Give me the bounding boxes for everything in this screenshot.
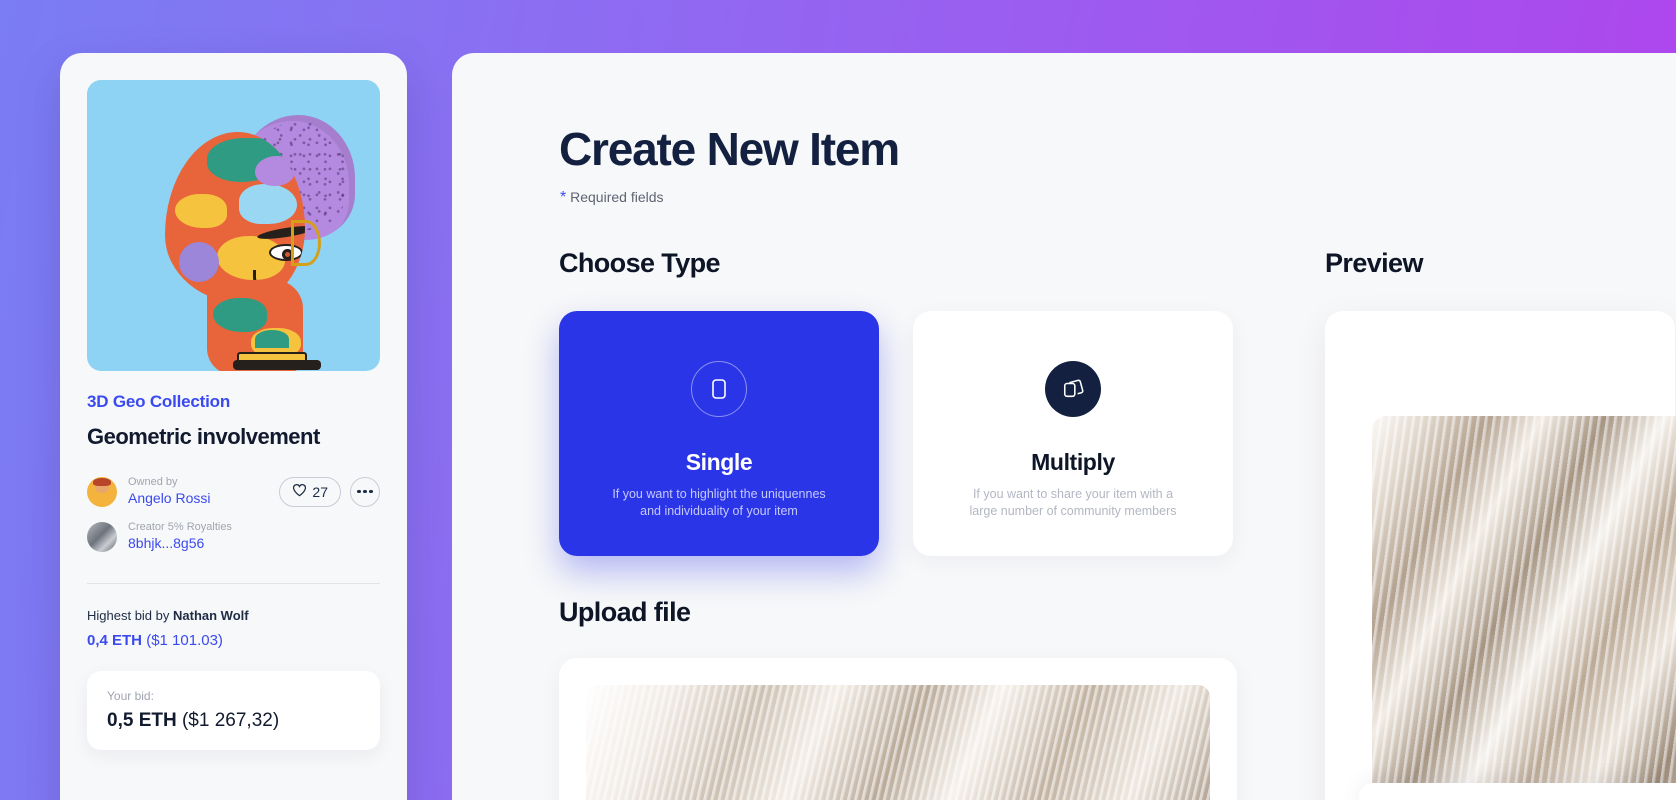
creator-avatar[interactable] [87, 521, 117, 552]
uploaded-image-thumbnail [586, 685, 1210, 800]
type-card-multiply-title: Multiply [1031, 449, 1115, 475]
preview-image-thumbnail [1372, 416, 1676, 796]
nft-title: Geometric involvement [87, 424, 320, 449]
type-card-multiply[interactable]: Multiply If you want to share your item … [913, 311, 1233, 556]
upload-file-box[interactable] [559, 658, 1237, 800]
single-rectangle-icon [691, 361, 747, 417]
preview-info: @shajlsk Our Hearts Are With Yo 0.25 ETH [1359, 783, 1676, 800]
highest-bid-amount: 0,4 ETH ($1 101.03) [87, 632, 380, 649]
face-patch [179, 242, 219, 282]
ellipsis-icon [369, 489, 373, 494]
owner-name[interactable]: Angelo Rossi [128, 490, 211, 508]
creator-meta: Creator 5% Royalties 8bhjk...8g56 [128, 521, 232, 552]
type-card-single-description: If you want to highlight the uniquennes … [612, 487, 826, 518]
highest-bid-prefix: Highest bid by [87, 607, 173, 623]
face-patch [255, 156, 295, 186]
app-root: 3D Geo Collection Geometric involvement … [0, 0, 1676, 800]
ellipsis-icon [357, 489, 361, 494]
stacked-cards-icon [1045, 361, 1101, 417]
create-item-panel: Create New Item * Required fields Choose… [452, 53, 1676, 800]
your-bid-label: Your bid: [107, 688, 154, 703]
page-title: Create New Item [559, 123, 900, 175]
highest-bidder-name: Nathan Wolf [173, 607, 249, 623]
owner-avatar[interactable] [87, 476, 117, 507]
owner-label: Owned by [128, 476, 178, 488]
like-button[interactable]: 27 [279, 476, 341, 507]
your-bid-box: Your bid: 0,5 ETH ($1 267,32) [87, 670, 380, 750]
choose-type-heading: Choose Type [559, 248, 721, 278]
owner-meta: Owned by Angelo Rossi [128, 476, 211, 507]
heart-icon [292, 483, 307, 500]
face-patch [175, 194, 227, 228]
pop-art-portrait-illustration [87, 80, 380, 371]
portrait-face [165, 132, 305, 304]
preview-heading: Preview [1325, 248, 1423, 278]
upload-file-heading: Upload file [559, 597, 691, 627]
type-card-multiply-description: If you want to share your item with a la… [969, 487, 1177, 518]
nft-detail-card: 3D Geo Collection Geometric involvement … [60, 53, 407, 800]
nft-artwork-image [87, 80, 380, 371]
creator-label: Creator 5% Royalties [128, 521, 232, 534]
portrait-choker [233, 360, 321, 370]
more-options-button[interactable] [350, 476, 380, 507]
face-patch [239, 184, 297, 224]
type-card-group: Single If you want to highlight the uniq… [559, 311, 1233, 556]
like-count: 27 [312, 483, 328, 500]
tattoo-leaf [255, 330, 289, 348]
highest-bid-label: Highest bid by Nathan Wolf [87, 608, 380, 623]
type-card-single[interactable]: Single If you want to highlight the uniq… [559, 311, 879, 556]
required-fields-note: * Required fields [560, 189, 664, 207]
creator-name[interactable]: 8bhjk...8g56 [128, 535, 232, 553]
required-fields-label: Required fields [570, 189, 664, 205]
preview-card: @shajlsk Our Hearts Are With Yo 0.25 ETH [1325, 311, 1676, 800]
your-bid-value: 0,5 ETH ($1 267,32) [107, 710, 360, 732]
required-star: * [560, 189, 567, 206]
divider [87, 582, 380, 584]
creator-row: Creator 5% Royalties 8bhjk...8g56 [87, 521, 380, 552]
ellipsis-icon [363, 489, 367, 494]
highest-bid-usd: ($1 101.03) [146, 631, 223, 649]
portrait-earring [291, 220, 321, 266]
your-bid-usd: ($1 267,32) [181, 709, 280, 731]
card-actions: 27 [279, 476, 380, 507]
your-bid-eth: 0,5 ETH [107, 709, 177, 731]
collection-link[interactable]: 3D Geo Collection [87, 392, 380, 412]
neck-patch [213, 298, 267, 332]
type-card-single-title: Single [685, 449, 753, 475]
owner-row: Owned by Angelo Rossi 27 [87, 476, 380, 507]
highest-bid-eth: 0,4 ETH [87, 631, 143, 649]
